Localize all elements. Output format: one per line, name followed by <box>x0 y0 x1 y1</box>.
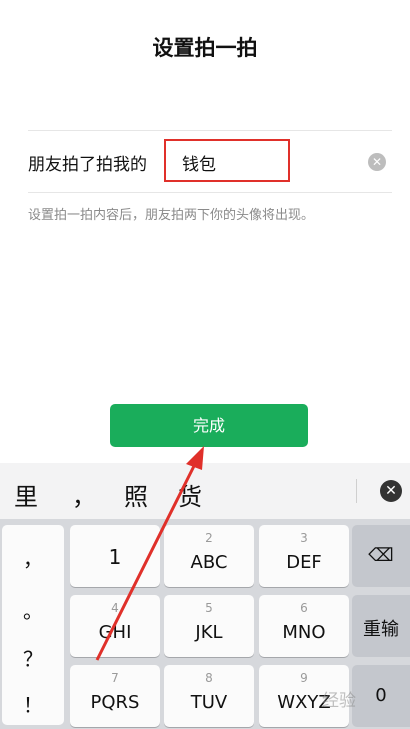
key-number: 2 <box>205 531 213 545</box>
key-1[interactable]: 1 <box>70 525 160 587</box>
reenter-key[interactable]: 重输 <box>352 595 410 657</box>
key-letters: JKL <box>195 622 223 643</box>
key-number: 4 <box>111 601 119 615</box>
key-2[interactable]: 2 ABC <box>164 525 254 587</box>
symbol-key[interactable]: ， <box>2 543 64 572</box>
candidate-bar: 里 ， 照 货 ✕ <box>0 463 410 519</box>
candidate-item[interactable]: ， <box>72 477 96 512</box>
key-5[interactable]: 5 JKL <box>164 595 254 657</box>
done-button[interactable]: 完成 <box>110 404 308 447</box>
candidate-item[interactable]: 照 <box>124 477 148 512</box>
key-3[interactable]: 3 DEF <box>259 525 349 587</box>
key-7[interactable]: 7 PQRS <box>70 665 160 727</box>
hint-text: 设置拍一拍内容后，朋友拍两下你的头像将出现。 <box>28 208 315 223</box>
zero-label: 0 <box>375 685 387 706</box>
key-letters: MNO <box>282 622 326 643</box>
divider-top <box>28 130 392 131</box>
key-letters: ABC <box>190 552 228 573</box>
key-letters: DEF <box>286 552 322 573</box>
key-number: 5 <box>205 601 213 615</box>
symbol-key[interactable]: 。 <box>2 595 64 624</box>
key-6[interactable]: 6 MNO <box>259 595 349 657</box>
key-number: 8 <box>205 671 213 685</box>
candidate-separator <box>356 479 357 503</box>
divider-bottom <box>28 192 392 193</box>
page-title: 设置拍一拍 <box>152 36 258 60</box>
key-4[interactable]: 4 GHI <box>70 595 160 657</box>
reenter-label: 重输 <box>363 619 399 640</box>
key-letters: PQRS <box>90 692 140 713</box>
key-number: 7 <box>111 671 119 685</box>
key-number: 6 <box>300 601 308 615</box>
clear-input-icon[interactable]: ✕ <box>368 153 386 171</box>
backspace-key[interactable]: ⌫ <box>352 525 410 587</box>
key-number: 3 <box>300 531 308 545</box>
patting-prefix-label: 朋友拍了拍我的 <box>28 155 147 175</box>
candidate-item[interactable]: 货 <box>178 477 202 512</box>
symbol-key[interactable]: ！ <box>2 689 64 718</box>
collapse-candidates-icon[interactable]: ✕ <box>380 480 402 502</box>
symbol-column[interactable]: ， 。 ？ ！ <box>2 525 64 725</box>
key-letters: GHI <box>98 622 132 643</box>
watermark: 经验 <box>322 691 356 711</box>
zero-key[interactable]: 0 <box>352 665 410 727</box>
key-8[interactable]: 8 TUV <box>164 665 254 727</box>
key-label: 1 <box>108 545 122 569</box>
key-letters: TUV <box>190 692 228 713</box>
candidate-item[interactable]: 里 <box>14 477 38 512</box>
backspace-icon: ⌫ <box>368 545 394 566</box>
key-number: 9 <box>300 671 308 685</box>
symbol-key[interactable]: ？ <box>2 643 64 672</box>
pat-text-input[interactable]: 钱包 <box>182 150 216 175</box>
